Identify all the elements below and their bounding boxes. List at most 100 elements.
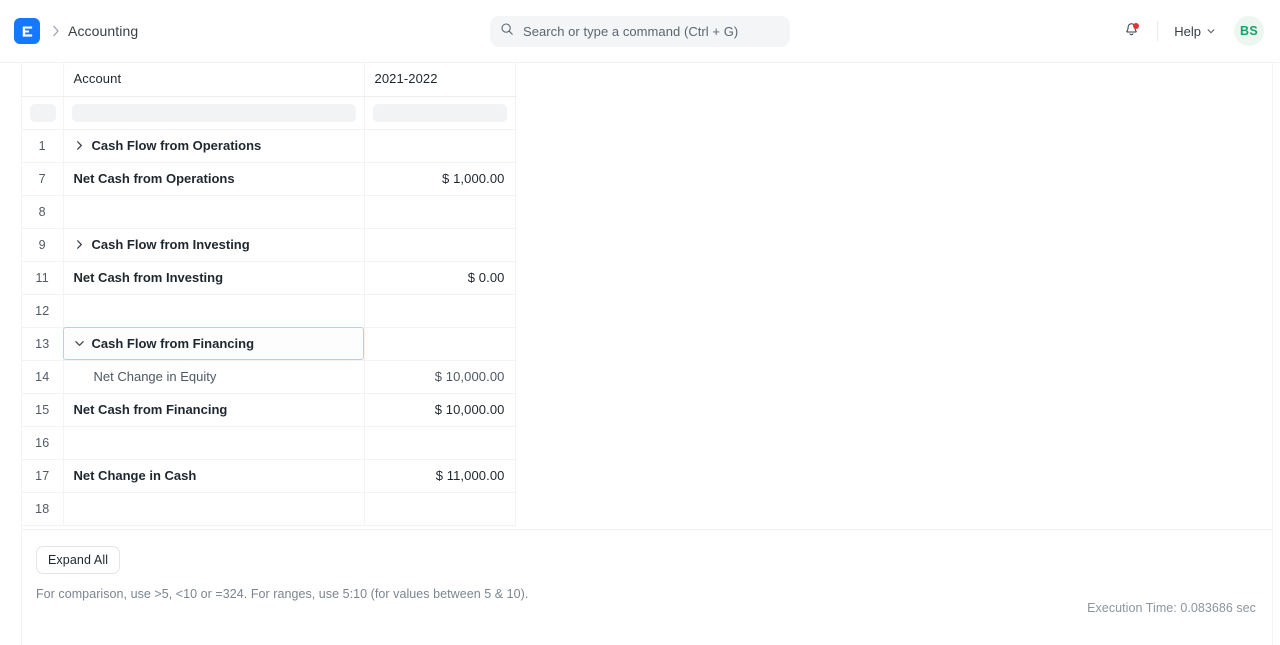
table-row[interactable]: 15 Net Cash from Financing $ 10,000.00 — [22, 393, 515, 426]
account-cell[interactable] — [63, 492, 364, 525]
account-label: Cash Flow from Financing — [92, 336, 255, 351]
value-cell[interactable]: $ 0.00 — [364, 261, 515, 294]
account-label: Cash Flow from Investing — [92, 237, 250, 252]
value-cell[interactable]: $ 11,000.00 — [364, 459, 515, 492]
filter-cell-account[interactable] — [63, 96, 364, 129]
account-cell[interactable] — [63, 195, 364, 228]
account-cell[interactable]: Cash Flow from Investing — [63, 228, 364, 261]
row-index-cell[interactable]: 18 — [22, 492, 63, 525]
navbar-left: Accounting — [14, 18, 138, 44]
breadcrumb-accounting[interactable]: Accounting — [68, 23, 138, 39]
column-header-account[interactable]: Account — [63, 63, 364, 96]
account-cell[interactable]: Net Cash from Operations — [63, 162, 364, 195]
row-index-cell[interactable]: 16 — [22, 426, 63, 459]
filter-cell-index — [22, 96, 63, 129]
chevron-right-icon[interactable] — [74, 239, 86, 251]
table-row[interactable]: 7 Net Cash from Operations $ 1,000.00 — [22, 162, 515, 195]
account-label: Net Cash from Operations — [74, 171, 235, 186]
row-index-cell[interactable]: 15 — [22, 393, 63, 426]
chevron-down-icon[interactable] — [74, 338, 86, 350]
value-cell[interactable] — [364, 294, 515, 327]
account-cell[interactable]: Net Cash from Financing — [63, 393, 364, 426]
search-icon — [500, 22, 514, 41]
table-row[interactable]: 17 Net Change in Cash $ 11,000.00 — [22, 459, 515, 492]
value-cell[interactable]: $ 10,000.00 — [364, 360, 515, 393]
datatable-body: 1 Cash Flow from Operations 7 Net Cash from… — [22, 96, 515, 525]
account-label: Net Change in Cash — [74, 468, 197, 483]
table-row[interactable]: 18 — [22, 492, 515, 525]
table-row[interactable]: 8 — [22, 195, 515, 228]
account-label: Net Cash from Financing — [74, 402, 228, 417]
filter-hint-text: For comparison, use >5, <10 or =324. For… — [36, 587, 1258, 601]
account-cell-content: Net Change in Equity — [74, 369, 354, 384]
notifications-button[interactable] — [1115, 15, 1147, 47]
value-cell[interactable] — [364, 195, 515, 228]
account-cell-content: Net Cash from Operations — [74, 171, 354, 186]
navbar-right: Help BS — [1115, 15, 1264, 47]
table-row[interactable]: 9 Cash Flow from Investing — [22, 228, 515, 261]
table-row[interactable]: 12 — [22, 294, 515, 327]
account-cell[interactable]: Cash Flow from Operations — [63, 129, 364, 162]
value-cell[interactable] — [364, 228, 515, 261]
row-index-cell[interactable]: 8 — [22, 195, 63, 228]
chevron-down-icon — [1206, 24, 1216, 39]
global-search[interactable] — [490, 16, 790, 47]
report-scroll-area: Account 2021-2022 — [22, 63, 1272, 529]
filter-placeholder-period — [373, 104, 507, 122]
top-navbar: Accounting Help — [0, 0, 1280, 63]
row-index-cell[interactable]: 13 — [22, 327, 63, 360]
value-cell[interactable] — [364, 492, 515, 525]
report-status-bar: Execution Time: 0.083686 sec — [22, 601, 1272, 645]
search-input[interactable] — [523, 24, 780, 39]
help-menu-button[interactable]: Help — [1170, 20, 1220, 43]
filter-cell-period[interactable] — [364, 96, 515, 129]
table-row[interactable]: 16 — [22, 426, 515, 459]
expand-all-button[interactable]: Expand All — [36, 546, 120, 574]
value-cell[interactable] — [364, 327, 515, 360]
account-cell[interactable] — [63, 426, 364, 459]
help-label: Help — [1174, 24, 1201, 39]
execution-time-label: Execution Time: 0.083686 sec — [1087, 601, 1256, 615]
table-row[interactable]: 14 Net Change in Equity $ 10,000.00 — [22, 360, 515, 393]
row-index-cell[interactable]: 7 — [22, 162, 63, 195]
account-label: Cash Flow from Operations — [92, 138, 262, 153]
account-cell[interactable] — [63, 294, 364, 327]
row-index-cell[interactable]: 11 — [22, 261, 63, 294]
row-index-cell[interactable]: 14 — [22, 360, 63, 393]
breadcrumb-separator-icon — [52, 25, 60, 37]
account-cell-content: Cash Flow from Financing — [74, 336, 354, 351]
table-row[interactable]: 11 Net Cash from Investing $ 0.00 — [22, 261, 515, 294]
value-cell[interactable] — [364, 129, 515, 162]
account-label: Net Change in Equity — [94, 369, 217, 384]
table-row[interactable]: 13 Cash Flow from Financing — [22, 327, 515, 360]
filter-placeholder-index — [30, 104, 56, 122]
header-row: Account 2021-2022 — [22, 63, 515, 96]
app-logo-icon[interactable] — [14, 18, 40, 44]
value-cell[interactable]: $ 1,000.00 — [364, 162, 515, 195]
report-footer: Expand All For comparison, use >5, <10 o… — [22, 529, 1272, 601]
datatable-header: Account 2021-2022 — [22, 63, 515, 96]
account-cell-content: Net Cash from Financing — [74, 402, 354, 417]
account-cell[interactable]: Net Change in Cash — [63, 459, 364, 492]
account-cell-content: Net Change in Cash — [74, 468, 354, 483]
account-cell[interactable]: Cash Flow from Financing — [63, 327, 364, 360]
chevron-right-icon[interactable] — [74, 140, 86, 152]
row-index-cell[interactable]: 9 — [22, 228, 63, 261]
filter-placeholder-account — [72, 104, 356, 122]
value-cell[interactable]: $ 10,000.00 — [364, 393, 515, 426]
table-row[interactable]: 1 Cash Flow from Operations — [22, 129, 515, 162]
column-header-index[interactable] — [22, 63, 63, 96]
value-cell[interactable] — [364, 426, 515, 459]
column-header-period[interactable]: 2021-2022 — [364, 63, 515, 96]
user-avatar[interactable]: BS — [1234, 16, 1264, 46]
page-body: Account 2021-2022 — [0, 63, 1280, 645]
row-index-cell[interactable]: 17 — [22, 459, 63, 492]
account-cell[interactable]: Net Cash from Investing — [63, 261, 364, 294]
account-cell-content: Net Cash from Investing — [74, 270, 354, 285]
account-cell-content: Cash Flow from Operations — [74, 138, 354, 153]
row-index-cell[interactable]: 1 — [22, 129, 63, 162]
row-index-cell[interactable]: 12 — [22, 294, 63, 327]
report-datatable: Account 2021-2022 — [22, 63, 516, 526]
account-cell[interactable]: Net Change in Equity — [63, 360, 364, 393]
account-label: Net Cash from Investing — [74, 270, 224, 285]
